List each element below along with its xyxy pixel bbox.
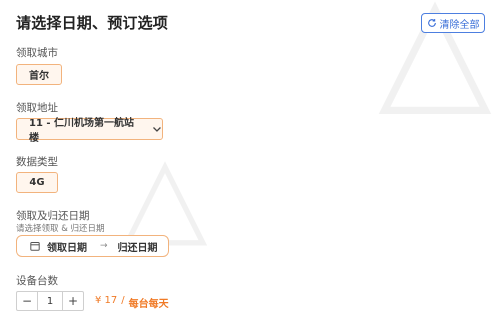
clear-all-button[interactable]: 清除全部 — [421, 13, 485, 33]
decrement-button[interactable]: − — [17, 292, 37, 310]
price-unit: 每台每天 — [128, 299, 169, 310]
date-range-picker[interactable]: 领取日期 → 归还日期 — [16, 235, 169, 257]
increment-button[interactable]: + — [63, 292, 83, 310]
return-date-field[interactable]: 归还日期 — [118, 239, 158, 254]
data-type-label: 数据类型 — [16, 156, 58, 168]
pickup-address-select[interactable]: 11 - 仁川机场第一航站楼 — [16, 118, 163, 144]
chevron-down-icon — [153, 127, 161, 132]
calendar-icon — [30, 242, 40, 251]
page-title: 请选择日期、预订选项 — [16, 14, 169, 32]
price-amount: ¥ 17 — [95, 295, 118, 306]
dates-label: 领取及归还日期 — [16, 210, 90, 222]
quantity-input[interactable]: 1 — [37, 292, 63, 310]
quantity-stepper: − 1 + — [16, 291, 84, 311]
price-separator: / — [121, 295, 125, 306]
pickup-city-label: 领取城市 — [16, 47, 58, 59]
refresh-icon — [427, 19, 436, 27]
booking-options-panel: 请选择日期、预订选项 清除全部 领取城市 首尔 领取地址 11 - 仁川机场第一… — [0, 0, 500, 318]
pickup-address-label: 领取地址 — [16, 102, 58, 114]
price-per-day: ¥ 17 / 每台每天 — [95, 295, 169, 310]
dates-hint: 请选择领取 & 归还日期 — [16, 224, 105, 234]
data-type-option-selected[interactable]: 4G — [16, 172, 58, 193]
device-count-label: 设备台数 — [16, 275, 58, 287]
clear-all-label: 清除全部 — [439, 19, 480, 31]
city-option-selected[interactable]: 首尔 — [16, 64, 62, 85]
pickup-date-field[interactable]: 领取日期 — [47, 239, 87, 254]
pickup-address-value: 11 - 仁川机场第一航站楼 — [29, 118, 135, 144]
arrow-right-icon: → — [100, 241, 108, 251]
